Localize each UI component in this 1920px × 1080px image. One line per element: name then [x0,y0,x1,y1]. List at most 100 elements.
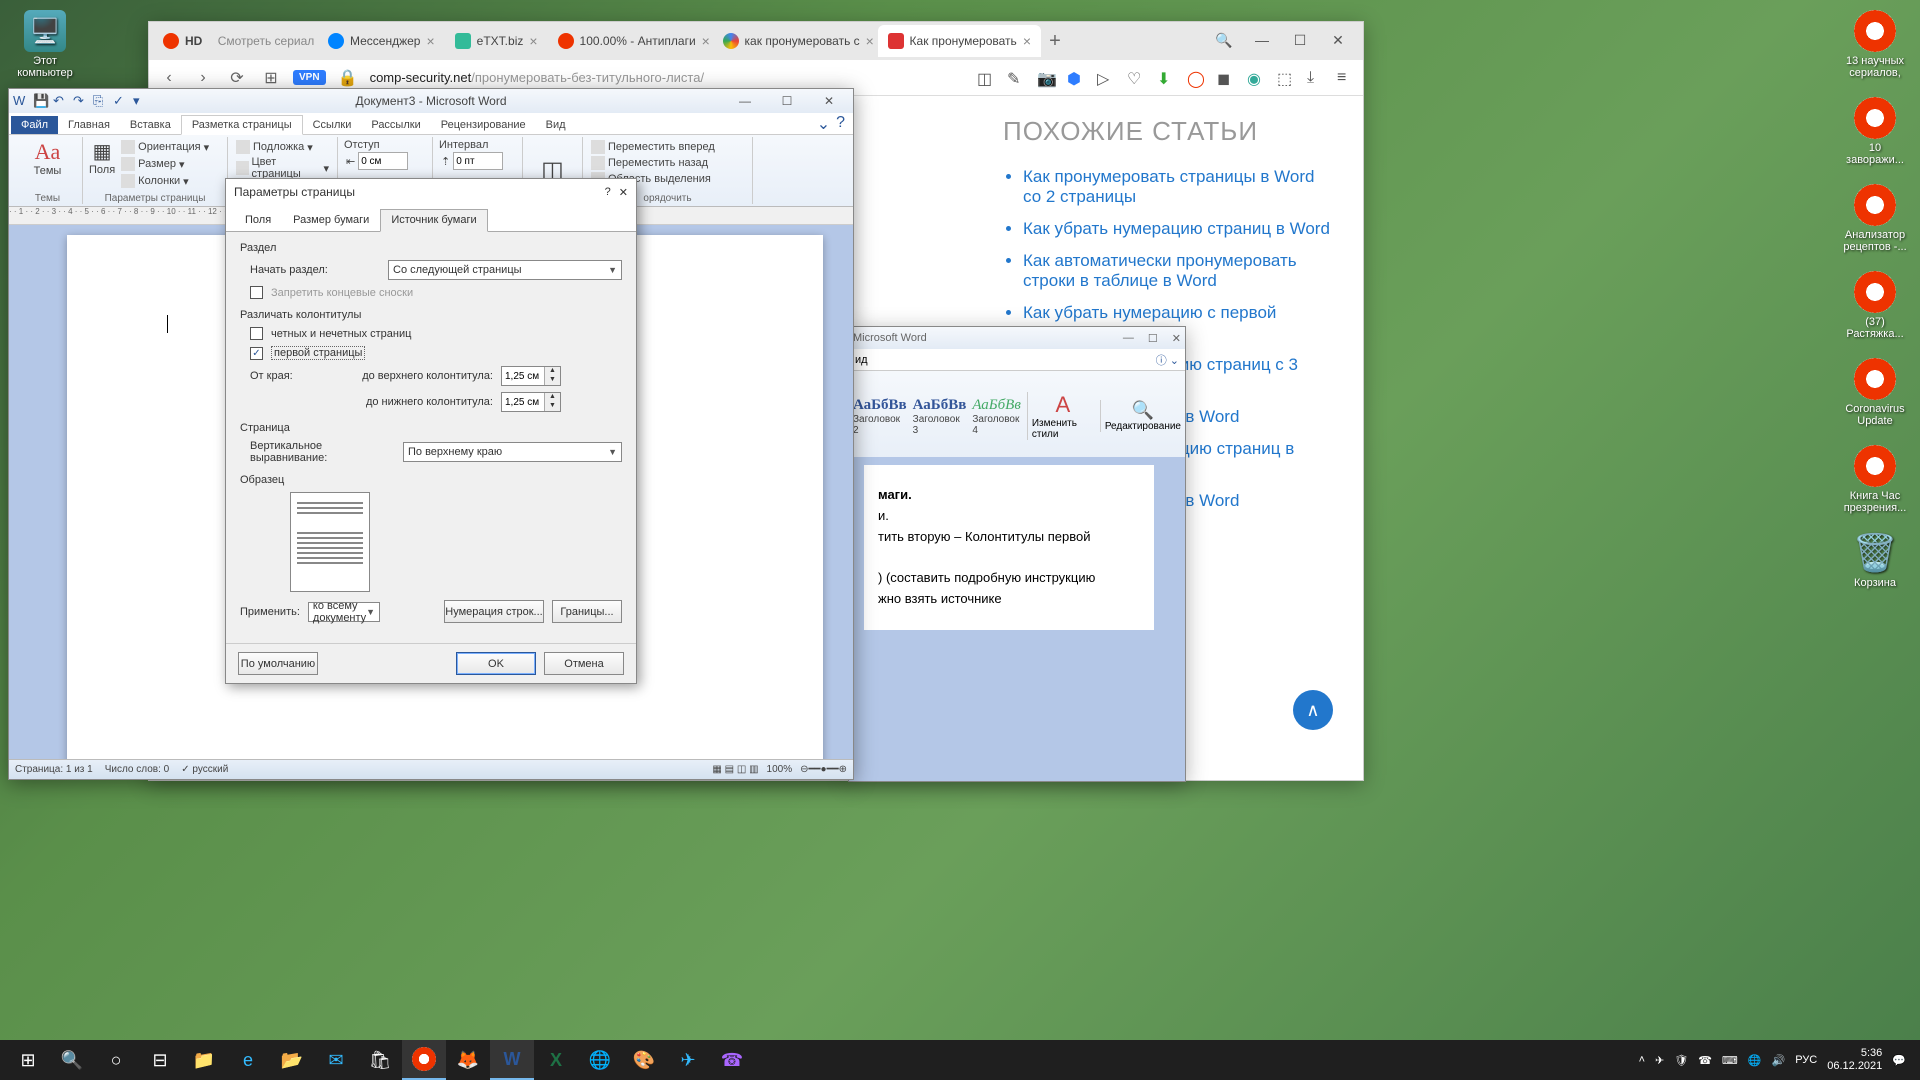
page-status[interactable]: Страница: 1 из 1 [15,764,93,775]
file-explorer-button[interactable]: 📁 [182,1040,226,1080]
desktop-shortcut[interactable]: (37) Растяжка... [1840,271,1910,340]
indent-left-input[interactable]: ⇤ [344,151,426,171]
snapshot-icon[interactable]: 📷 [1037,69,1055,87]
browser-tab[interactable]: Мессенджер× [318,25,445,57]
cube-icon[interactable]: ⬚ [1277,69,1295,87]
cancel-button[interactable]: Отмена [544,652,624,675]
browser-tab[interactable]: HD Смотреть сериал Гри× [153,25,318,57]
undo-icon[interactable]: ↶ [53,93,69,109]
desktop-shortcut[interactable]: Анализатор рецептов -... [1840,184,1910,253]
style-gallery-item[interactable]: АаБбВвЗаголовок 4 [972,395,1021,436]
language-indicator[interactable]: РУС [1795,1054,1817,1066]
tray-icon[interactable]: ☎ [1698,1054,1712,1067]
menu-icon[interactable]: ≡ [1337,69,1355,87]
ribbon-tab[interactable]: ид [855,354,868,366]
themes-icon[interactable]: Aa [35,139,61,165]
tab-close-icon[interactable]: × [1023,33,1031,49]
default-button[interactable]: По умолчанию [238,652,318,675]
maximize-button[interactable]: ☐ [1148,332,1158,345]
tab-close-icon[interactable]: × [702,33,710,49]
ie-button[interactable]: e [226,1040,270,1080]
vpn-badge[interactable]: VPN [293,70,326,85]
related-link[interactable]: Как автоматически пронумеровать строки в… [1023,251,1333,291]
desktop-shortcut[interactable]: Coronavirus Update [1840,358,1910,427]
send-backward-button[interactable]: Переместить назад [589,155,746,171]
browser-tab[interactable]: eTXT.biz× [445,25,548,57]
lock-icon[interactable]: 🔒 [336,66,360,90]
ribbon-tab-file[interactable]: Файл [11,116,58,134]
minimize-button[interactable]: — [1123,332,1134,345]
related-link[interactable]: Как убрать нумерацию страниц в Word [1023,219,1333,239]
view-buttons[interactable]: ▦ ▤ ◫ ▥ [712,764,758,775]
word2-document-area[interactable]: маги. и. тить вторую – Колонтитулы перво… [849,457,1185,781]
telegram-button[interactable]: ✈ [666,1040,710,1080]
close-button[interactable]: ✕ [809,91,849,111]
viber-button[interactable]: ☎ [710,1040,754,1080]
dialog-tab-margins[interactable]: Поля [234,209,282,231]
back-button[interactable]: ‹ [157,66,181,90]
qat-icon[interactable]: ✓ [113,93,129,109]
watermark-button[interactable]: Подложка ▾ [234,139,331,155]
firefox-button[interactable]: 🦊 [446,1040,490,1080]
tray-chevron-icon[interactable]: ˄ [1639,1054,1645,1066]
line-numbers-button[interactable]: Нумерация строк... [444,600,544,623]
close-icon[interactable]: ✕ [619,186,628,199]
tab-close-icon[interactable]: × [529,33,537,49]
browser-tab[interactable]: как пронумеровать с× [713,25,878,57]
maximize-button[interactable]: ☐ [1285,28,1315,52]
zoom-level[interactable]: 100% [767,764,793,775]
close-button[interactable]: ✕ [1323,28,1353,52]
size-button[interactable]: Размер ▾ [119,156,211,172]
ribbon-tab[interactable]: Главная [58,116,120,134]
opera-taskbar-button[interactable] [402,1040,446,1080]
shield-icon[interactable]: ⬢ [1067,69,1085,87]
orientation-button[interactable]: Ориентация ▾ [119,139,211,155]
bring-forward-button[interactable]: Переместить вперед [589,139,746,155]
first-page-checkbox[interactable] [250,347,263,360]
sidebar-icon[interactable]: ◫ [977,69,995,87]
extension-icon[interactable]: ◉ [1247,69,1265,87]
header-distance-input[interactable]: ▲▼ [501,366,561,386]
suppress-endnotes-checkbox[interactable] [250,286,263,299]
desktop-icon-this-pc[interactable]: 🖥️ Этот компьютер [10,10,80,79]
odd-even-checkbox[interactable] [250,327,263,340]
qat-dropdown-icon[interactable]: ▾ [133,93,149,109]
margins-icon[interactable]: ▦ [93,139,112,164]
minimize-button[interactable]: — [725,91,765,111]
ribbon-tab-active[interactable]: Разметка страницы [181,115,303,135]
excel-button[interactable]: X [534,1040,578,1080]
qat-icon[interactable]: ⎘ [93,93,109,109]
browser-tab[interactable]: 100.00% - Антиплаги× [548,25,713,57]
save-icon[interactable]: 💾 [33,93,49,109]
taskbar-clock[interactable]: 5:36 06.12.2021 [1827,1047,1882,1073]
dialog-tab-layout[interactable]: Источник бумаги [380,209,487,232]
speed-dial-icon[interactable]: ⊞ [259,66,283,90]
desktop-shortcut[interactable]: 13 научных сериалов, [1840,10,1910,79]
download-icon[interactable]: ⬇ [1157,69,1175,87]
style-gallery-item[interactable]: АаБбВвЗаголовок 3 [913,395,967,436]
extension-icon[interactable]: ◼ [1217,69,1235,87]
desktop-shortcut[interactable]: Книга Час презрения... [1840,445,1910,514]
edge-button[interactable]: 🌐 [578,1040,622,1080]
heart-icon[interactable]: ♡ [1127,69,1145,87]
cortana-button[interactable]: ○ [94,1040,138,1080]
opera-icon[interactable]: ◯ [1187,69,1205,87]
send-icon[interactable]: ▷ [1097,69,1115,87]
minimize-button[interactable]: — [1247,28,1277,52]
ok-button[interactable]: OK [456,652,536,675]
browser-tab-active[interactable]: Как пронумеровать× [878,25,1041,57]
ribbon-tab[interactable]: Ссылки [303,116,362,134]
themes-button[interactable]: Темы [34,165,62,177]
search-icon[interactable]: 🔍 [1209,28,1239,52]
borders-button[interactable]: Границы... [552,600,622,623]
explorer-button[interactable]: 📂 [270,1040,314,1080]
ribbon-tab[interactable]: Вид [536,116,576,134]
desktop-shortcut[interactable]: 10 заворажи... [1840,97,1910,166]
downloads-icon[interactable]: ⤓ [1307,69,1325,87]
ribbon-tab[interactable]: Рассылки [361,116,430,134]
word-taskbar-button[interactable]: W [490,1040,534,1080]
ribbon-collapse-icon[interactable]: ⌄ [817,114,830,134]
editing-button[interactable]: Редактирование [1105,421,1181,432]
footer-distance-input[interactable]: ▲▼ [501,392,561,412]
zoom-slider[interactable]: ⊖━━●━━⊕ [800,764,847,775]
